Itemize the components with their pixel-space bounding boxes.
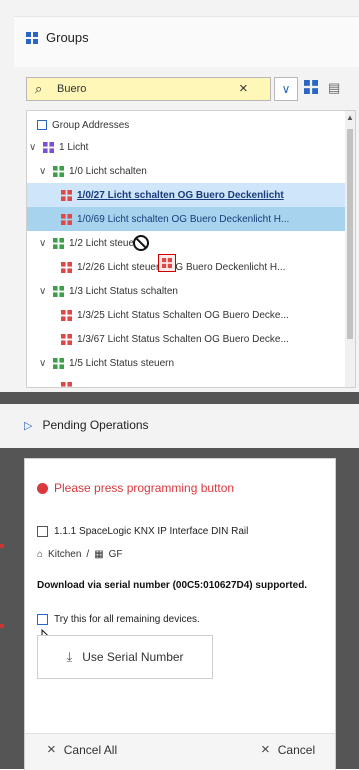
cancel-all-label: Cancel All bbox=[64, 743, 117, 757]
all-devices-checkbox-row[interactable]: Try this for all remaining devices. bbox=[37, 614, 200, 625]
drag-ghost-icon bbox=[158, 254, 176, 272]
close-icon[interactable]: × bbox=[239, 80, 248, 97]
chevron-down-icon[interactable]: ∨ bbox=[39, 166, 49, 177]
group-address-icon bbox=[61, 262, 72, 273]
chevron-down-icon[interactable]: ∨ bbox=[39, 238, 49, 249]
groups-title-row: Groups bbox=[26, 30, 89, 45]
tree-row-label: 1/3 Licht Status schalten bbox=[69, 286, 178, 297]
checkbox-label: Try this for all remaining devices. bbox=[54, 614, 200, 625]
tree-row[interactable]: ∨ 1/2 Licht steuern bbox=[27, 231, 356, 255]
programming-prompt: Please press programming button bbox=[37, 481, 234, 495]
tree-row-label: 1/2 Licht steuern bbox=[69, 238, 143, 249]
tree-scrollbar[interactable]: ▲ bbox=[345, 111, 355, 387]
chevron-down-icon[interactable]: ∨ bbox=[274, 77, 298, 101]
groups-panel: Groups ⌕ Buero × ∨ ▤ Group Addresses ∨ 1… bbox=[0, 0, 359, 392]
tree-row-selected[interactable]: 1/0/27 Licht schalten OG Buero Deckenlic… bbox=[27, 183, 356, 207]
status-dot-icon bbox=[37, 483, 48, 494]
room-name: Kitchen bbox=[48, 549, 81, 560]
scroll-thumb[interactable] bbox=[347, 129, 353, 339]
tree-row-label: 1/3/67 Licht Status Schalten OG Buero De… bbox=[77, 334, 289, 345]
tree-row-label: 1/0/27 Licht schalten OG Buero Deckenlic… bbox=[77, 190, 284, 201]
all-devices-checkbox[interactable] bbox=[37, 614, 48, 625]
tree-row[interactable]: ∨ 1 Licht bbox=[27, 135, 347, 159]
tree-row[interactable]: ∨ 1/5 Licht Status steuern bbox=[27, 351, 356, 375]
groups-icon bbox=[26, 32, 38, 44]
edge-marker bbox=[0, 624, 4, 628]
tree-row-label: 1/5 Licht Status steuern bbox=[69, 358, 174, 369]
no-drop-cursor-icon bbox=[133, 235, 149, 251]
groups-title: Groups bbox=[46, 30, 89, 45]
tree-row-selected[interactable]: 1/0/69 Licht schalten OG Buero Deckenlic… bbox=[27, 207, 356, 231]
pending-title: Pending Operations bbox=[42, 418, 148, 432]
search-input[interactable]: ⌕ Buero × bbox=[26, 77, 271, 101]
middle-group-icon bbox=[53, 166, 64, 177]
group-address-icon bbox=[61, 190, 72, 201]
cancel-all-button[interactable]: × Cancel All bbox=[47, 741, 117, 758]
group-address-tree[interactable]: Group Addresses ∨ 1 Licht ∨ 1/0 Licht sc… bbox=[26, 110, 356, 388]
tree-row[interactable]: ∨ 1/3 Licht Status schalten bbox=[27, 279, 356, 303]
grid-view-icon[interactable] bbox=[304, 80, 318, 94]
chevron-down-icon[interactable]: ∨ bbox=[39, 286, 49, 297]
cancel-button[interactable]: × Cancel bbox=[261, 741, 315, 758]
cancel-label: Cancel bbox=[278, 743, 315, 757]
search-value: Buero bbox=[57, 83, 86, 95]
location-row: ⌂ Kitchen / ▦ GF bbox=[37, 549, 123, 560]
group-address-icon bbox=[61, 310, 72, 321]
device-icon bbox=[37, 526, 48, 537]
tree-row-label: 1/0 Licht schalten bbox=[69, 166, 147, 177]
building-view-icon[interactable]: ▤ bbox=[328, 80, 340, 96]
middle-group-icon bbox=[53, 358, 64, 369]
download-info: Download via serial number (00C5:010627D… bbox=[37, 579, 322, 593]
programming-dialog: Please press programming button 1.1.1 Sp… bbox=[24, 458, 336, 770]
device-name: 1.1.1 SpaceLogic KNX IP Interface DIN Ra… bbox=[54, 526, 248, 537]
pending-operations-panel: ▷ Pending Operations Please press progra… bbox=[0, 392, 359, 769]
floor-name: GF bbox=[109, 549, 123, 560]
floor-icon: ▦ bbox=[94, 549, 103, 560]
middle-group-icon bbox=[53, 286, 64, 297]
edge-marker bbox=[0, 544, 4, 548]
group-address-icon bbox=[61, 214, 72, 225]
play-icon: ▷ bbox=[24, 419, 32, 432]
scroll-up-icon[interactable]: ▲ bbox=[346, 113, 354, 122]
tree-root[interactable]: Group Addresses bbox=[27, 113, 345, 137]
tree-row-label: 1 Licht bbox=[59, 142, 88, 153]
tree-row[interactable]: 1/3/25 Licht Status Schalten OG Buero De… bbox=[27, 303, 356, 327]
prompt-text: Please press programming button bbox=[54, 481, 234, 495]
search-icon: ⌕ bbox=[35, 81, 42, 97]
pending-title-row[interactable]: ▷ Pending Operations bbox=[24, 418, 149, 432]
location-separator: / bbox=[86, 549, 89, 560]
tree-row-label: 1/3/25 Licht Status Schalten OG Buero De… bbox=[77, 310, 289, 321]
tree-root-label: Group Addresses bbox=[52, 120, 129, 131]
tree-row[interactable]: 1/2/26 Licht steuern OG Buero Deckenlich… bbox=[27, 255, 356, 279]
main-group-icon bbox=[43, 142, 54, 153]
download-icon: ⤓ bbox=[66, 649, 72, 665]
tree-row-label: 1/2/26 Licht steuern OG Buero Deckenlich… bbox=[77, 262, 285, 273]
room-icon: ⌂ bbox=[37, 549, 43, 560]
use-serial-label: Use Serial Number bbox=[82, 650, 183, 664]
tree-row-label: 1/0/69 Licht schalten OG Buero Deckenlic… bbox=[77, 214, 289, 225]
tree-row-partial[interactable] bbox=[27, 375, 356, 388]
group-address-icon bbox=[61, 334, 72, 345]
chevron-down-icon[interactable]: ∨ bbox=[29, 142, 39, 153]
tree-row[interactable]: 1/3/67 Licht Status Schalten OG Buero De… bbox=[27, 327, 356, 351]
use-serial-number-button[interactable]: ⤓ Use Serial Number bbox=[37, 635, 213, 679]
tree-row[interactable]: ∨ 1/0 Licht schalten bbox=[27, 159, 356, 183]
chevron-down-icon[interactable]: ∨ bbox=[39, 358, 49, 369]
device-row: 1.1.1 SpaceLogic KNX IP Interface DIN Ra… bbox=[37, 526, 248, 537]
group-address-icon bbox=[61, 382, 72, 389]
middle-group-icon bbox=[53, 238, 64, 249]
close-icon: × bbox=[47, 741, 56, 758]
group-addresses-icon bbox=[37, 120, 47, 130]
close-icon: × bbox=[261, 741, 270, 758]
